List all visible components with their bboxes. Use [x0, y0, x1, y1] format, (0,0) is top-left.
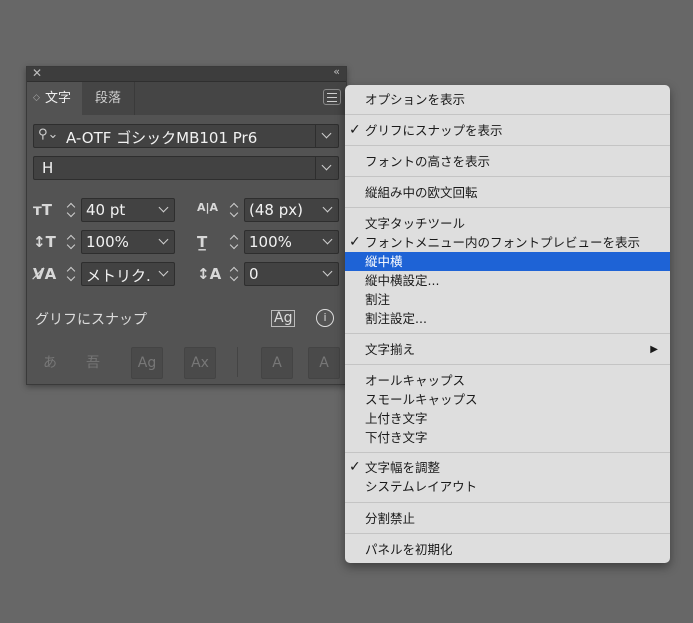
menu-item-superscript[interactable]: 上付き文字	[345, 409, 670, 428]
glyph-bounds-icon[interactable]: Ag	[131, 347, 163, 379]
font-family-field[interactable]: ⚲⌄ A-OTF ゴシックMB101 Pr6	[33, 124, 339, 148]
menu-separator	[345, 145, 670, 146]
tracking-field[interactable]: 0	[244, 262, 339, 286]
font-size-stepper[interactable]	[64, 198, 78, 222]
tracking-dropdown[interactable]	[318, 263, 338, 285]
font-style-dropdown[interactable]	[315, 157, 338, 179]
menu-item-show-font-height[interactable]: フォントの高さを表示	[345, 152, 670, 171]
menu-separator	[345, 207, 670, 208]
submenu-arrow-icon: ▶	[650, 344, 658, 355]
menu-item-reset-panel[interactable]: パネルを初期化	[345, 540, 670, 559]
menu-item-warichu[interactable]: 割注	[345, 290, 670, 309]
tab-label: 文字	[45, 91, 72, 106]
menu-item-font-preview[interactable]: ✓ フォントメニュー内のフォントプレビューを表示	[345, 233, 670, 252]
tracking-value: 0	[249, 265, 259, 283]
character-panel: ✕ ‹‹ ◇ 文字 段落 ⚲⌄ A-OTF ゴシックMB101 Pr6 H ᴛT…	[26, 65, 347, 385]
menu-item-all-caps[interactable]: オールキャップス	[345, 371, 670, 390]
menu-item-show-snap-to-glyph[interactable]: ✓ グリフにスナップを表示	[345, 121, 670, 140]
tracking-stepper[interactable]	[227, 262, 241, 286]
panel-titlebar: ✕ ‹‹	[27, 65, 346, 82]
panel-menu-button[interactable]	[323, 89, 341, 105]
menu-item-tate-chu-yoko-settings[interactable]: 縦中横設定...	[345, 271, 670, 290]
kerning-dropdown[interactable]	[154, 263, 174, 285]
font-family-dropdown[interactable]	[315, 125, 338, 147]
leading-dropdown[interactable]	[318, 199, 338, 221]
expand-icon: ◇	[33, 93, 40, 103]
kerning-value: メトリク...	[86, 267, 152, 285]
menu-item-system-layout[interactable]: システムレイアウト	[345, 477, 670, 496]
menu-item-tate-chu-yoko[interactable]: 縦中横	[345, 252, 670, 271]
horizontal-scale-icon: T̲	[197, 233, 208, 251]
leading-value: (48 px)	[249, 201, 303, 219]
close-icon[interactable]: ✕	[32, 66, 42, 80]
tab-character[interactable]: ◇ 文字	[27, 82, 82, 115]
tab-paragraph[interactable]: 段落	[83, 82, 135, 115]
horizontal-scale-field[interactable]: 100%	[244, 230, 339, 254]
vertical-scale-stepper[interactable]	[64, 230, 78, 254]
horizontal-scale-dropdown[interactable]	[318, 231, 338, 253]
font-size-field[interactable]: 40 pt	[81, 198, 175, 222]
menu-separator	[345, 364, 670, 365]
info-icon[interactable]: i	[316, 309, 334, 327]
search-icon[interactable]: ⚲⌄	[38, 127, 58, 142]
panel-options-menu: オプションを表示 ✓ グリフにスナップを表示 フォントの高さを表示 縦組み中の欧文…	[345, 85, 670, 563]
vertical-scale-value: 100%	[86, 233, 129, 251]
leading-icon: A|A	[197, 201, 219, 214]
menu-separator	[345, 502, 670, 503]
check-icon: ✓	[349, 122, 361, 138]
anchor-icon[interactable]: A	[308, 347, 340, 379]
menu-item-show-options[interactable]: オプションを表示	[345, 90, 670, 109]
glyph-snap-label: グリフにスナップ	[35, 312, 147, 328]
menu-separator	[345, 176, 670, 177]
angle-icon[interactable]: A	[261, 347, 293, 379]
kerning-stepper[interactable]	[64, 262, 78, 286]
menu-separator	[345, 533, 670, 534]
hiragana-icon[interactable]: あ	[37, 350, 63, 376]
menu-separator	[345, 114, 670, 115]
font-style-field[interactable]: H	[33, 156, 339, 180]
divider	[237, 347, 238, 377]
check-icon: ✓	[349, 459, 361, 475]
horizontal-scale-value: 100%	[249, 233, 292, 251]
vertical-scale-field[interactable]: 100%	[81, 230, 175, 254]
menu-item-no-break[interactable]: 分割禁止	[345, 509, 670, 528]
font-size-icon: ᴛT	[33, 201, 52, 219]
vertical-scale-dropdown[interactable]	[154, 231, 174, 253]
kanji-box-icon[interactable]: 吾	[80, 350, 106, 376]
ax-icon[interactable]: Ax	[184, 347, 216, 379]
collapse-icon[interactable]: ‹‹	[333, 65, 340, 78]
kerning-field[interactable]: メトリク...	[81, 262, 175, 286]
menu-item-small-caps[interactable]: スモールキャップス	[345, 390, 670, 409]
menu-item-subscript[interactable]: 下付き文字	[345, 428, 670, 447]
kerning-icon: V̸A	[33, 265, 57, 283]
leading-field[interactable]: (48 px)	[244, 198, 339, 222]
menu-item-fit-width[interactable]: ✓ 文字幅を調整	[345, 458, 670, 477]
menu-separator	[345, 452, 670, 453]
font-style-value: H	[42, 159, 54, 177]
check-icon: ✓	[349, 234, 361, 250]
vertical-scale-icon: ↕T	[33, 233, 56, 251]
font-size-dropdown[interactable]	[154, 199, 174, 221]
tracking-icon: ↕A	[197, 265, 222, 283]
menu-item-character-align[interactable]: 文字揃え ▶	[345, 340, 670, 359]
tab-row: ◇ 文字 段落	[27, 82, 346, 115]
horizontal-scale-stepper[interactable]	[227, 230, 241, 254]
font-family-value: A-OTF ゴシックMB101 Pr6	[66, 129, 258, 147]
glyph-snap-icon[interactable]: Ag	[271, 310, 296, 327]
menu-separator	[345, 333, 670, 334]
leading-stepper[interactable]	[227, 198, 241, 222]
menu-item-rotate-roman[interactable]: 縦組み中の欧文回転	[345, 183, 670, 202]
menu-item-warichu-settings[interactable]: 割注設定...	[345, 309, 670, 328]
menu-item-touch-type-tool[interactable]: 文字タッチツール	[345, 214, 670, 233]
font-size-value: 40 pt	[86, 201, 126, 219]
